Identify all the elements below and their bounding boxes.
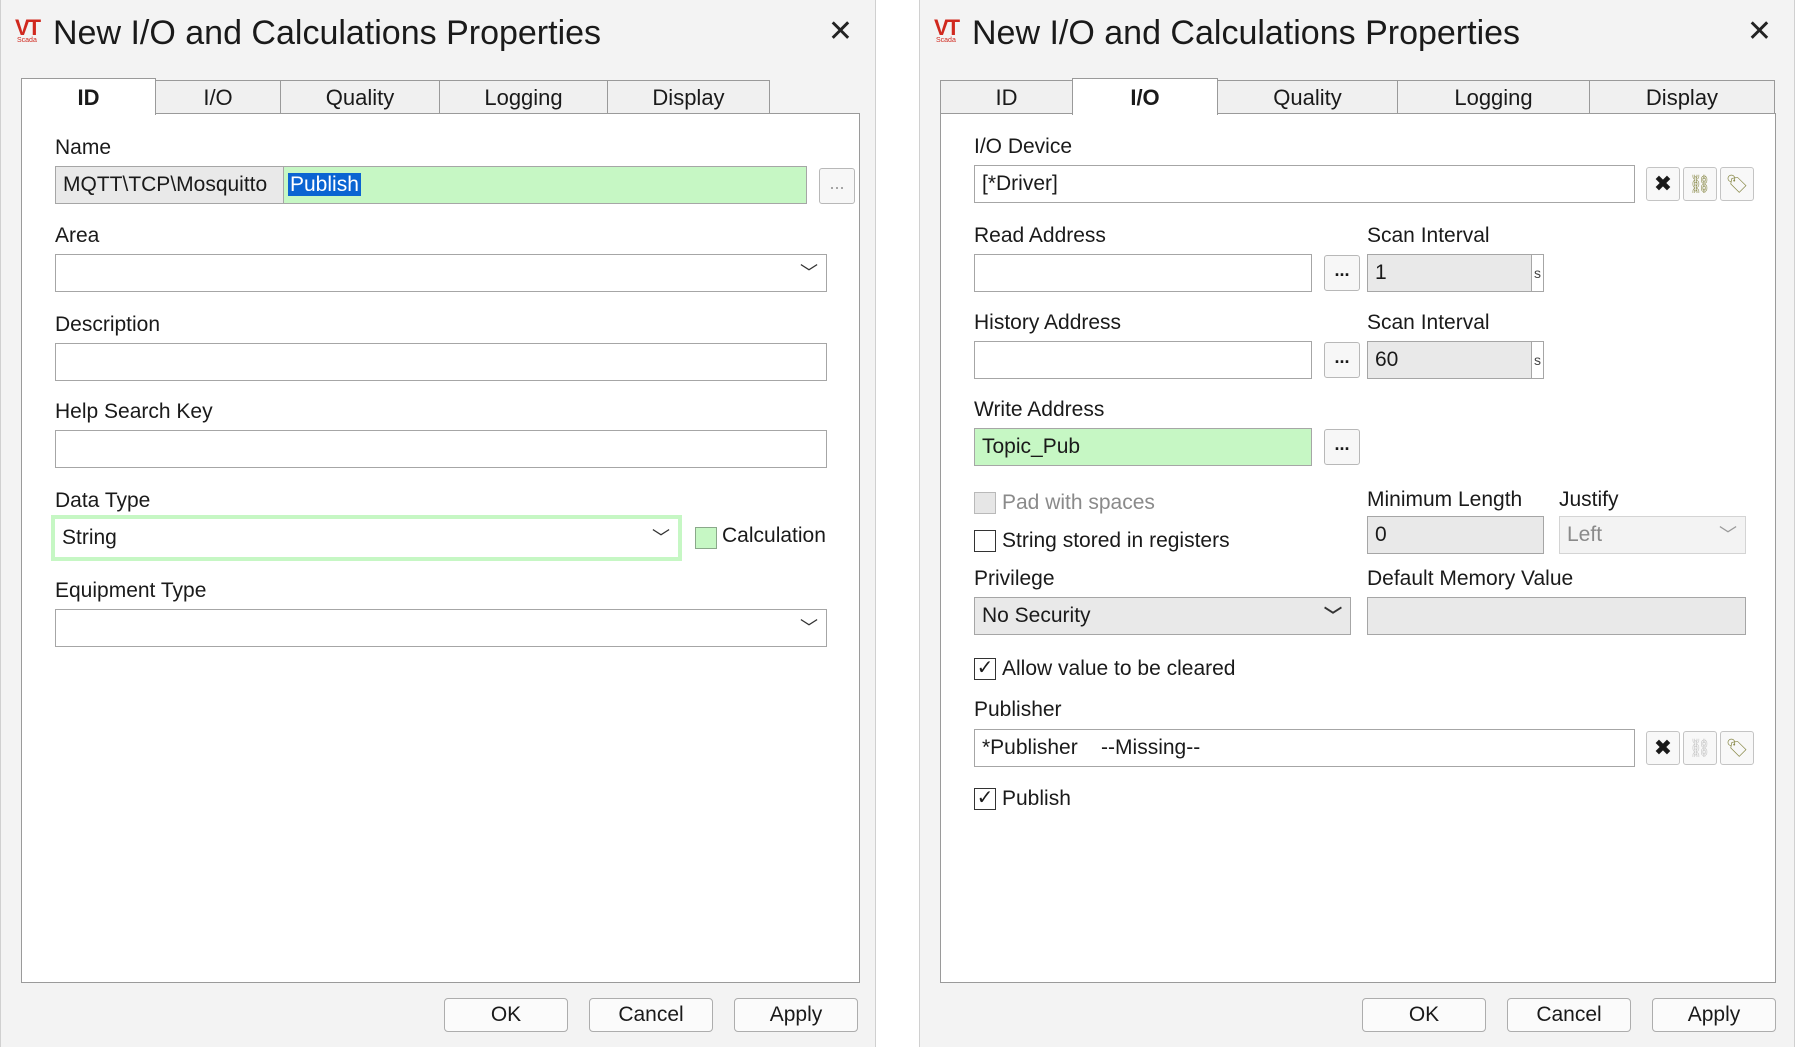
name-browse-button[interactable]: ... bbox=[819, 168, 855, 204]
tab-quality[interactable]: Quality bbox=[280, 80, 440, 113]
io-device-input[interactable]: [*Driver] bbox=[974, 165, 1635, 203]
chevron-down-icon: ﹀ bbox=[1719, 525, 1737, 545]
calculation-label: Calculation bbox=[722, 524, 826, 547]
default-memory-value-label: Default Memory Value bbox=[1367, 567, 1574, 590]
title-bar: VT Scada New I/O and Calculations Propert… bbox=[1, 0, 875, 66]
data-type-select[interactable]: String ﹀ bbox=[51, 515, 682, 561]
publisher-input[interactable]: *Publisher --Missing-- bbox=[974, 729, 1635, 767]
write-address-browse-button[interactable]: ... bbox=[1324, 429, 1360, 465]
write-address-input[interactable]: Topic_Pub bbox=[974, 428, 1312, 466]
properties-dialog-io: VT Scada New I/O and Calculations Propert… bbox=[919, 0, 1795, 1047]
history-scan-interval-value: 60 bbox=[1375, 348, 1399, 371]
description-label: Description bbox=[55, 313, 161, 336]
pad-with-spaces-label: Pad with spaces bbox=[1002, 491, 1155, 514]
scan-interval-label: Scan Interval bbox=[1367, 224, 1490, 247]
history-scan-interval-label: Scan Interval bbox=[1367, 311, 1490, 334]
tab-display[interactable]: Display bbox=[607, 80, 770, 113]
apply-button[interactable]: Apply bbox=[734, 998, 858, 1032]
read-address-label: Read Address bbox=[974, 224, 1106, 247]
chevron-down-icon: ﹀ bbox=[800, 618, 818, 638]
ok-button[interactable]: OK bbox=[1362, 998, 1486, 1032]
read-address-browse-button[interactable]: ... bbox=[1324, 255, 1360, 291]
publish-checkbox[interactable]: ✓ bbox=[974, 788, 996, 810]
cancel-button[interactable]: Cancel bbox=[1507, 998, 1631, 1032]
dialog-title: New I/O and Calculations Properties bbox=[53, 14, 602, 52]
name-label: Name bbox=[55, 136, 112, 159]
calculation-checkbox[interactable] bbox=[695, 527, 717, 549]
history-address-browse-button[interactable]: ... bbox=[1324, 342, 1360, 378]
history-scan-interval-input[interactable]: 60 s bbox=[1367, 341, 1544, 379]
justify-value: Left bbox=[1567, 523, 1603, 546]
tag-properties-icon[interactable]: 🏷 bbox=[1720, 731, 1754, 765]
tab-io[interactable]: I/O bbox=[155, 80, 281, 113]
justify-select[interactable]: Left ﹀ bbox=[1559, 516, 1746, 554]
help-search-key-input[interactable] bbox=[55, 430, 827, 468]
tab-logging[interactable]: Logging bbox=[1397, 80, 1590, 113]
close-icon[interactable]: ✕ bbox=[828, 14, 853, 49]
properties-dialog-id: VT Scada New I/O and Calculations Propert… bbox=[0, 0, 876, 1047]
equipment-type-label: Equipment Type bbox=[55, 579, 207, 602]
tag-browse-icon: ⛓ bbox=[1683, 731, 1717, 765]
scan-interval-value: 1 bbox=[1375, 261, 1387, 284]
tag-browse-icon[interactable]: ⛓ bbox=[1683, 167, 1717, 201]
allow-value-cleared-label: Allow value to be cleared bbox=[1002, 657, 1236, 680]
equipment-type-select[interactable]: ﹀ bbox=[55, 609, 827, 647]
data-type-value: String bbox=[62, 526, 117, 549]
title-bar: VT Scada New I/O and Calculations Propert… bbox=[920, 0, 1794, 66]
clear-icon[interactable]: ✖ bbox=[1646, 167, 1680, 201]
chevron-down-icon: ﹀ bbox=[800, 263, 818, 283]
vtscada-logo-icon: VT Scada bbox=[934, 15, 960, 44]
io-device-label: I/O Device bbox=[974, 135, 1073, 158]
data-type-label: Data Type bbox=[55, 489, 151, 512]
tab-io[interactable]: I/O bbox=[1072, 78, 1218, 115]
chevron-down-icon: ﹀ bbox=[1324, 606, 1342, 626]
tab-id[interactable]: ID bbox=[940, 80, 1073, 113]
description-input[interactable] bbox=[55, 343, 827, 381]
help-search-key-label: Help Search Key bbox=[55, 400, 213, 423]
allow-value-cleared-checkbox[interactable]: ✓ bbox=[974, 658, 996, 680]
tab-panel-io: I/O Device [*Driver] ✖ ⛓ 🏷 Read Address … bbox=[940, 113, 1776, 983]
publisher-label: Publisher bbox=[974, 698, 1062, 721]
cancel-button[interactable]: Cancel bbox=[589, 998, 713, 1032]
tab-panel-id: Name MQTT\TCP\Mosquitto Publish ... Area… bbox=[21, 113, 860, 983]
privilege-value: No Security bbox=[982, 604, 1091, 627]
name-input-value: Publish bbox=[288, 173, 361, 196]
dialog-title: New I/O and Calculations Properties bbox=[972, 14, 1521, 52]
vtscada-logo-icon: VT Scada bbox=[15, 15, 41, 44]
history-scan-interval-unit: s bbox=[1531, 342, 1543, 378]
justify-label: Justify bbox=[1559, 488, 1619, 511]
default-memory-value-input[interactable] bbox=[1367, 597, 1746, 635]
clear-icon[interactable]: ✖ bbox=[1646, 731, 1680, 765]
chevron-down-icon: ﹀ bbox=[652, 528, 670, 548]
tab-display[interactable]: Display bbox=[1589, 80, 1775, 113]
history-address-label: History Address bbox=[974, 311, 1122, 334]
apply-button[interactable]: Apply bbox=[1652, 998, 1776, 1032]
string-stored-in-registers-checkbox[interactable] bbox=[974, 530, 996, 552]
close-icon[interactable]: ✕ bbox=[1747, 14, 1772, 49]
area-select[interactable]: ﹀ bbox=[55, 254, 827, 292]
publish-label: Publish bbox=[1002, 787, 1071, 810]
scan-interval-unit: s bbox=[1531, 255, 1543, 291]
ok-button[interactable]: OK bbox=[444, 998, 568, 1032]
tab-logging[interactable]: Logging bbox=[439, 80, 608, 113]
name-input[interactable]: Publish bbox=[283, 166, 807, 204]
tag-properties-icon[interactable]: 🏷 bbox=[1720, 167, 1754, 201]
privilege-label: Privilege bbox=[974, 567, 1055, 590]
privilege-select[interactable]: No Security ﹀ bbox=[974, 597, 1351, 635]
pad-with-spaces-checkbox[interactable] bbox=[974, 492, 996, 514]
minimum-length-input[interactable]: 0 bbox=[1367, 516, 1544, 554]
minimum-length-label: Minimum Length bbox=[1367, 488, 1523, 511]
name-prefix-field: MQTT\TCP\Mosquitto bbox=[55, 166, 284, 204]
tab-id[interactable]: ID bbox=[21, 78, 156, 115]
area-label: Area bbox=[55, 224, 100, 247]
write-address-label: Write Address bbox=[974, 398, 1105, 421]
history-address-input[interactable] bbox=[974, 341, 1312, 379]
tab-quality[interactable]: Quality bbox=[1217, 80, 1398, 113]
string-stored-in-registers-label: String stored in registers bbox=[1002, 529, 1230, 552]
read-address-input[interactable] bbox=[974, 254, 1312, 292]
scan-interval-input[interactable]: 1 s bbox=[1367, 254, 1544, 292]
